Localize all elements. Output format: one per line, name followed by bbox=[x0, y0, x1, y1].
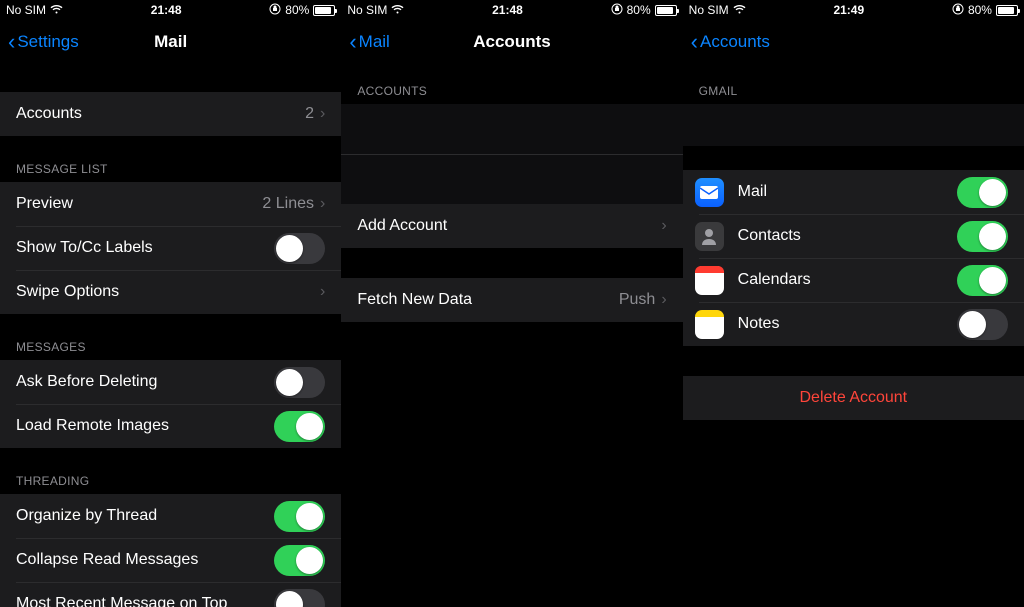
cell-label: Notes bbox=[738, 315, 957, 333]
mail-service-cell: Mail bbox=[683, 170, 1024, 214]
cell-label: Load Remote Images bbox=[16, 417, 274, 435]
preview-cell[interactable]: Preview 2 Lines › bbox=[0, 182, 341, 226]
cell-label: Ask Before Deleting bbox=[16, 373, 274, 391]
wifi-icon bbox=[391, 4, 404, 17]
show-tocc-cell: Show To/Cc Labels bbox=[0, 226, 341, 270]
back-label: Accounts bbox=[700, 32, 770, 52]
carrier-label: No SIM bbox=[347, 3, 387, 17]
battery-icon bbox=[313, 5, 335, 16]
nav-title: Accounts bbox=[341, 32, 682, 52]
notes-service-cell: Notes bbox=[683, 302, 1024, 346]
most-recent-on-top-cell: Most Recent Message on Top bbox=[0, 582, 341, 607]
back-button[interactable]: ‹ Settings bbox=[8, 31, 79, 53]
chevron-right-icon: › bbox=[661, 217, 666, 235]
screen-gmail-account: No SIM 21:49 80% ‹ Accounts GMAIL bbox=[683, 0, 1024, 607]
cell-label: Fetch New Data bbox=[357, 291, 619, 309]
back-button[interactable]: ‹ Mail bbox=[349, 31, 390, 53]
cell-label: Most Recent Message on Top bbox=[16, 595, 274, 607]
carrier-label: No SIM bbox=[6, 3, 46, 17]
screen-accounts: No SIM 21:48 80% ‹ Mail Accounts ACCOUNT… bbox=[341, 0, 682, 607]
load-remote-images-cell: Load Remote Images bbox=[0, 404, 341, 448]
cell-label: Accounts bbox=[16, 105, 305, 123]
email-redacted[interactable] bbox=[683, 104, 1024, 146]
calendars-service-cell: Calendars bbox=[683, 258, 1024, 302]
cell-label: Swipe Options bbox=[16, 283, 320, 301]
calendars-toggle[interactable] bbox=[957, 265, 1008, 296]
chevron-right-icon: › bbox=[320, 195, 325, 213]
cell-label: Preview bbox=[16, 195, 262, 213]
calendar-icon bbox=[695, 266, 724, 295]
notes-icon bbox=[695, 310, 724, 339]
battery-icon bbox=[655, 5, 677, 16]
organize-by-thread-cell: Organize by Thread bbox=[0, 494, 341, 538]
cell-label: Add Account bbox=[357, 217, 661, 235]
screen-mail-settings: No SIM 21:48 80% ‹ Settings Mail Account… bbox=[0, 0, 341, 607]
cell-label: Show To/Cc Labels bbox=[16, 239, 274, 257]
status-bar: No SIM 21:49 80% bbox=[683, 0, 1024, 20]
swipe-options-cell[interactable]: Swipe Options › bbox=[0, 270, 341, 314]
section-header-threading: THREADING bbox=[0, 466, 341, 494]
cell-label: Organize by Thread bbox=[16, 507, 274, 525]
show-tocc-toggle[interactable] bbox=[274, 233, 325, 264]
chevron-right-icon: › bbox=[661, 291, 666, 309]
cell-label: Calendars bbox=[738, 271, 957, 289]
back-label: Settings bbox=[17, 32, 78, 52]
battery-pct-label: 80% bbox=[285, 3, 309, 17]
chevron-left-icon: ‹ bbox=[349, 31, 356, 53]
chevron-left-icon: ‹ bbox=[691, 31, 698, 53]
nav-bar: ‹ Accounts bbox=[683, 20, 1024, 64]
collapse-read-messages-cell: Collapse Read Messages bbox=[0, 538, 341, 582]
time-label: 21:49 bbox=[833, 3, 864, 17]
status-bar: No SIM 21:48 80% bbox=[341, 0, 682, 20]
chevron-left-icon: ‹ bbox=[8, 31, 15, 53]
section-header-messages: MESSAGES bbox=[0, 332, 341, 360]
time-label: 21:48 bbox=[492, 3, 523, 17]
account-redacted-2[interactable] bbox=[341, 154, 682, 204]
carrier-label: No SIM bbox=[689, 3, 729, 17]
contacts-icon bbox=[695, 222, 724, 251]
cell-value: 2 bbox=[305, 105, 314, 123]
fetch-new-data-cell[interactable]: Fetch New Data Push › bbox=[341, 278, 682, 322]
accounts-cell[interactable]: Accounts 2 › bbox=[0, 92, 341, 136]
organize-by-thread-toggle[interactable] bbox=[274, 501, 325, 532]
most-recent-on-top-toggle[interactable] bbox=[274, 589, 325, 607]
status-bar: No SIM 21:48 80% bbox=[0, 0, 341, 20]
cell-value: Push bbox=[619, 291, 655, 309]
cell-label: Contacts bbox=[738, 227, 957, 245]
ask-before-deleting-cell: Ask Before Deleting bbox=[0, 360, 341, 404]
delete-label: Delete Account bbox=[800, 389, 908, 407]
collapse-read-messages-toggle[interactable] bbox=[274, 545, 325, 576]
battery-pct-label: 80% bbox=[627, 3, 651, 17]
section-header-gmail: GMAIL bbox=[683, 76, 1024, 104]
contacts-toggle[interactable] bbox=[957, 221, 1008, 252]
contacts-service-cell: Contacts bbox=[683, 214, 1024, 258]
mail-toggle[interactable] bbox=[957, 177, 1008, 208]
cell-label: Collapse Read Messages bbox=[16, 551, 274, 569]
nav-bar: ‹ Mail Accounts bbox=[341, 20, 682, 64]
battery-icon bbox=[996, 5, 1018, 16]
account-redacted-1[interactable] bbox=[341, 104, 682, 154]
rotation-lock-icon bbox=[269, 3, 281, 18]
ask-before-deleting-toggle[interactable] bbox=[274, 367, 325, 398]
battery-pct-label: 80% bbox=[968, 3, 992, 17]
cell-value: 2 Lines bbox=[262, 195, 314, 213]
time-label: 21:48 bbox=[151, 3, 182, 17]
notes-toggle[interactable] bbox=[957, 309, 1008, 340]
section-header-message-list: MESSAGE LIST bbox=[0, 154, 341, 182]
wifi-icon bbox=[50, 4, 63, 17]
cell-label: Mail bbox=[738, 183, 957, 201]
rotation-lock-icon bbox=[952, 3, 964, 18]
delete-account-button[interactable]: Delete Account bbox=[683, 376, 1024, 420]
nav-bar: ‹ Settings Mail bbox=[0, 20, 341, 64]
wifi-icon bbox=[733, 4, 746, 17]
add-account-cell[interactable]: Add Account › bbox=[341, 204, 682, 248]
back-label: Mail bbox=[359, 32, 390, 52]
chevron-right-icon: › bbox=[320, 283, 325, 301]
back-button[interactable]: ‹ Accounts bbox=[691, 31, 770, 53]
chevron-right-icon: › bbox=[320, 105, 325, 123]
rotation-lock-icon bbox=[611, 3, 623, 18]
load-remote-images-toggle[interactable] bbox=[274, 411, 325, 442]
mail-icon bbox=[695, 178, 724, 207]
section-header-accounts: ACCOUNTS bbox=[341, 76, 682, 104]
